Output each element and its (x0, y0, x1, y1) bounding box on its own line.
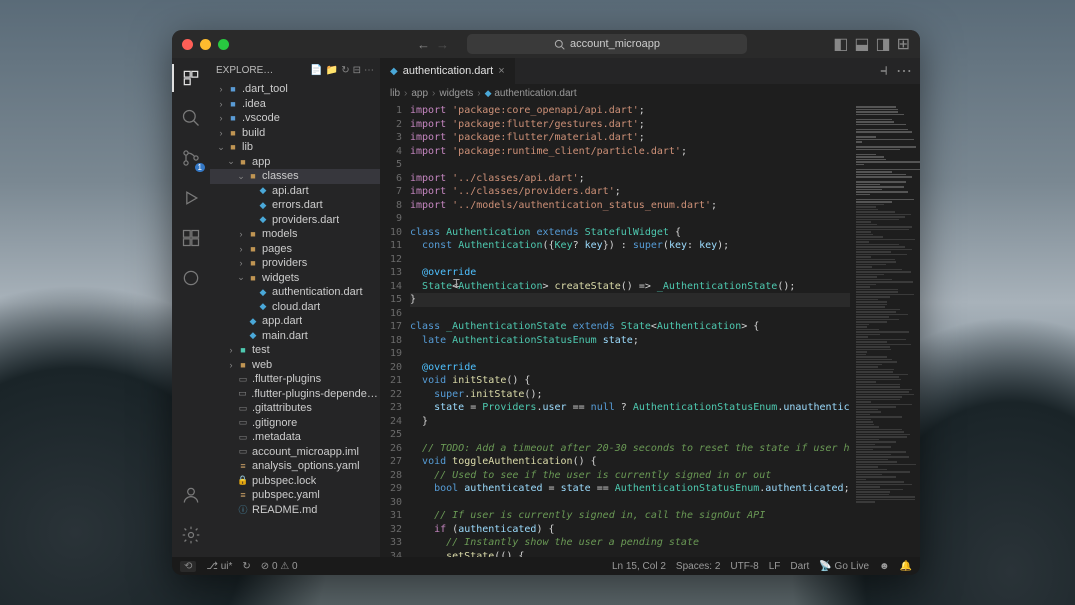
breadcrumb-segment[interactable]: widgets (439, 88, 473, 99)
explorer-view-icon[interactable] (179, 66, 203, 90)
indentation[interactable]: Spaces: 2 (676, 561, 720, 572)
new-file-icon[interactable]: 📄 (310, 65, 322, 76)
problems-errors[interactable]: ⊘ 0 ⚠ 0 (261, 561, 298, 572)
close-tab-icon[interactable]: × (498, 65, 504, 77)
tree-row[interactable]: ◆errors.dart (210, 198, 380, 213)
file-tree[interactable]: ›■.dart_tool›■.idea›■.vscode›■build⌄■lib… (210, 82, 380, 557)
tree-row[interactable]: ⌄■widgets (210, 271, 380, 286)
accounts-icon[interactable] (179, 483, 203, 507)
eol[interactable]: LF (769, 561, 781, 572)
tree-row[interactable]: ▭.flutter-plugins (210, 372, 380, 387)
tree-row[interactable]: ▭.gitignore (210, 416, 380, 431)
command-center[interactable]: account_microapp (467, 34, 747, 54)
minimize-window-button[interactable] (200, 39, 211, 50)
tree-row[interactable]: ›■build (210, 126, 380, 141)
tree-row[interactable]: ▭.gitattributes (210, 401, 380, 416)
vscode-window: ← → account_microapp ◧ ⬓ ◨ ⊞ 1 (172, 30, 920, 575)
breadcrumb-segment[interactable]: lib (390, 88, 400, 99)
editor-more-icon[interactable]: ⋯ (896, 61, 912, 81)
status-bar: ⟲ ⎇ ui* ↻ ⊘ 0 ⚠ 0 Ln 15, Col 2 Spaces: 2… (172, 557, 920, 575)
tree-row[interactable]: ›■providers (210, 256, 380, 271)
tree-row[interactable]: ⓘREADME.md (210, 503, 380, 518)
search-view-icon[interactable] (179, 106, 203, 130)
breadcrumb-segment[interactable]: ◆ authentication.dart (485, 88, 577, 99)
pieces-icon[interactable] (179, 266, 203, 290)
editor-tab[interactable]: ◆ authentication.dart × (380, 58, 516, 84)
minimap[interactable] (850, 102, 920, 557)
nav-back-button[interactable]: ← (417, 37, 430, 52)
tree-row[interactable]: ◆providers.dart (210, 213, 380, 228)
tab-label: authentication.dart (403, 65, 494, 77)
language-mode[interactable]: Dart (790, 561, 809, 572)
breadcrumb-segment[interactable]: app (411, 88, 428, 99)
tree-row[interactable]: ≡pubspec.yaml (210, 488, 380, 503)
maximize-window-button[interactable] (218, 39, 229, 50)
git-branch[interactable]: ⎇ ui* (206, 561, 232, 572)
tree-row[interactable]: ›■web (210, 358, 380, 373)
editor-area: ◆ authentication.dart × ⫞ ⋯ lib›app›widg… (380, 58, 920, 557)
main-area: 1 EXPLORE… (172, 58, 920, 557)
activity-bar: 1 (172, 58, 210, 557)
tree-row[interactable]: ◆cloud.dart (210, 300, 380, 315)
new-folder-icon[interactable]: 📁 (326, 65, 338, 76)
explorer-sidebar: EXPLORE… 📄 📁 ↻ ⊟ ⋯ ›■.dart_tool›■.idea›■… (210, 58, 380, 557)
source-control-icon[interactable]: 1 (179, 146, 203, 170)
toggle-panel-bottom-icon[interactable]: ⬓ (854, 34, 869, 54)
split-editor-icon[interactable]: ⫞ (880, 62, 888, 80)
notifications-icon[interactable]: 🔔 (900, 561, 912, 572)
extensions-icon[interactable] (179, 226, 203, 250)
toggle-panel-right-icon[interactable]: ◨ (875, 34, 890, 54)
customize-layout-icon[interactable]: ⊞ (897, 34, 910, 54)
tree-row[interactable]: ⌄■classes (210, 169, 380, 184)
sync-icon[interactable]: ↻ (242, 561, 250, 572)
more-icon[interactable]: ⋯ (364, 65, 374, 76)
titlebar: ← → account_microapp ◧ ⬓ ◨ ⊞ (172, 30, 920, 58)
run-debug-icon[interactable] (179, 186, 203, 210)
code-content[interactable]: import 'package:core_openapi/api.dart'; … (410, 102, 850, 557)
refresh-icon[interactable]: ↻ (341, 65, 349, 76)
feedback-icon[interactable]: ☻ (879, 561, 890, 572)
tree-row[interactable]: ›■models (210, 227, 380, 242)
tree-row[interactable]: ◆app.dart (210, 314, 380, 329)
breadcrumb[interactable]: lib›app›widgets›◆ authentication.dart (380, 84, 920, 102)
tree-row[interactable]: ›■test (210, 343, 380, 358)
go-live[interactable]: 📡 Go Live (819, 561, 869, 572)
tree-row[interactable]: ›■.idea (210, 97, 380, 112)
settings-gear-icon[interactable] (179, 523, 203, 547)
remote-indicator[interactable]: ⟲ (180, 561, 196, 572)
code-editor[interactable]: 1234567891011121314151617181920212223242… (380, 102, 850, 557)
close-window-button[interactable] (182, 39, 193, 50)
nav-forward-button[interactable]: → (436, 37, 449, 52)
nav-arrows: ← → (417, 37, 449, 52)
tree-row[interactable]: ▭account_microapp.iml (210, 445, 380, 460)
tree-row[interactable]: ⌄■app (210, 155, 380, 170)
dart-file-icon: ◆ (390, 66, 398, 77)
line-gutter: 1234567891011121314151617181920212223242… (380, 102, 410, 557)
explorer-header: EXPLORE… 📄 📁 ↻ ⊟ ⋯ (210, 58, 380, 82)
tree-row[interactable]: ▭.flutter-plugins-dependen… (210, 387, 380, 402)
cursor-position[interactable]: Ln 15, Col 2 (612, 561, 666, 572)
tree-row[interactable]: ◆main.dart (210, 329, 380, 344)
tree-row[interactable]: ≡analysis_options.yaml (210, 459, 380, 474)
search-text: account_microapp (570, 38, 660, 50)
tree-row[interactable]: 🔒pubspec.lock (210, 474, 380, 489)
explorer-title: EXPLORE… (216, 65, 273, 76)
search-icon (554, 39, 565, 50)
collapse-icon[interactable]: ⊟ (353, 65, 361, 76)
toggle-panel-left-icon[interactable]: ◧ (833, 34, 848, 54)
tab-bar: ◆ authentication.dart × ⫞ ⋯ (380, 58, 920, 84)
tree-row[interactable]: ◆authentication.dart (210, 285, 380, 300)
window-controls (182, 39, 229, 50)
tree-row[interactable]: ›■pages (210, 242, 380, 257)
tree-row[interactable]: ▭.metadata (210, 430, 380, 445)
tree-row[interactable]: ⌄■lib (210, 140, 380, 155)
encoding[interactable]: UTF-8 (730, 561, 758, 572)
tree-row[interactable]: ›■.vscode (210, 111, 380, 126)
tree-row[interactable]: ◆api.dart (210, 184, 380, 199)
scm-badge: 1 (195, 163, 205, 172)
title-layout-controls: ◧ ⬓ ◨ ⊞ (833, 34, 910, 54)
tree-row[interactable]: ›■.dart_tool (210, 82, 380, 97)
